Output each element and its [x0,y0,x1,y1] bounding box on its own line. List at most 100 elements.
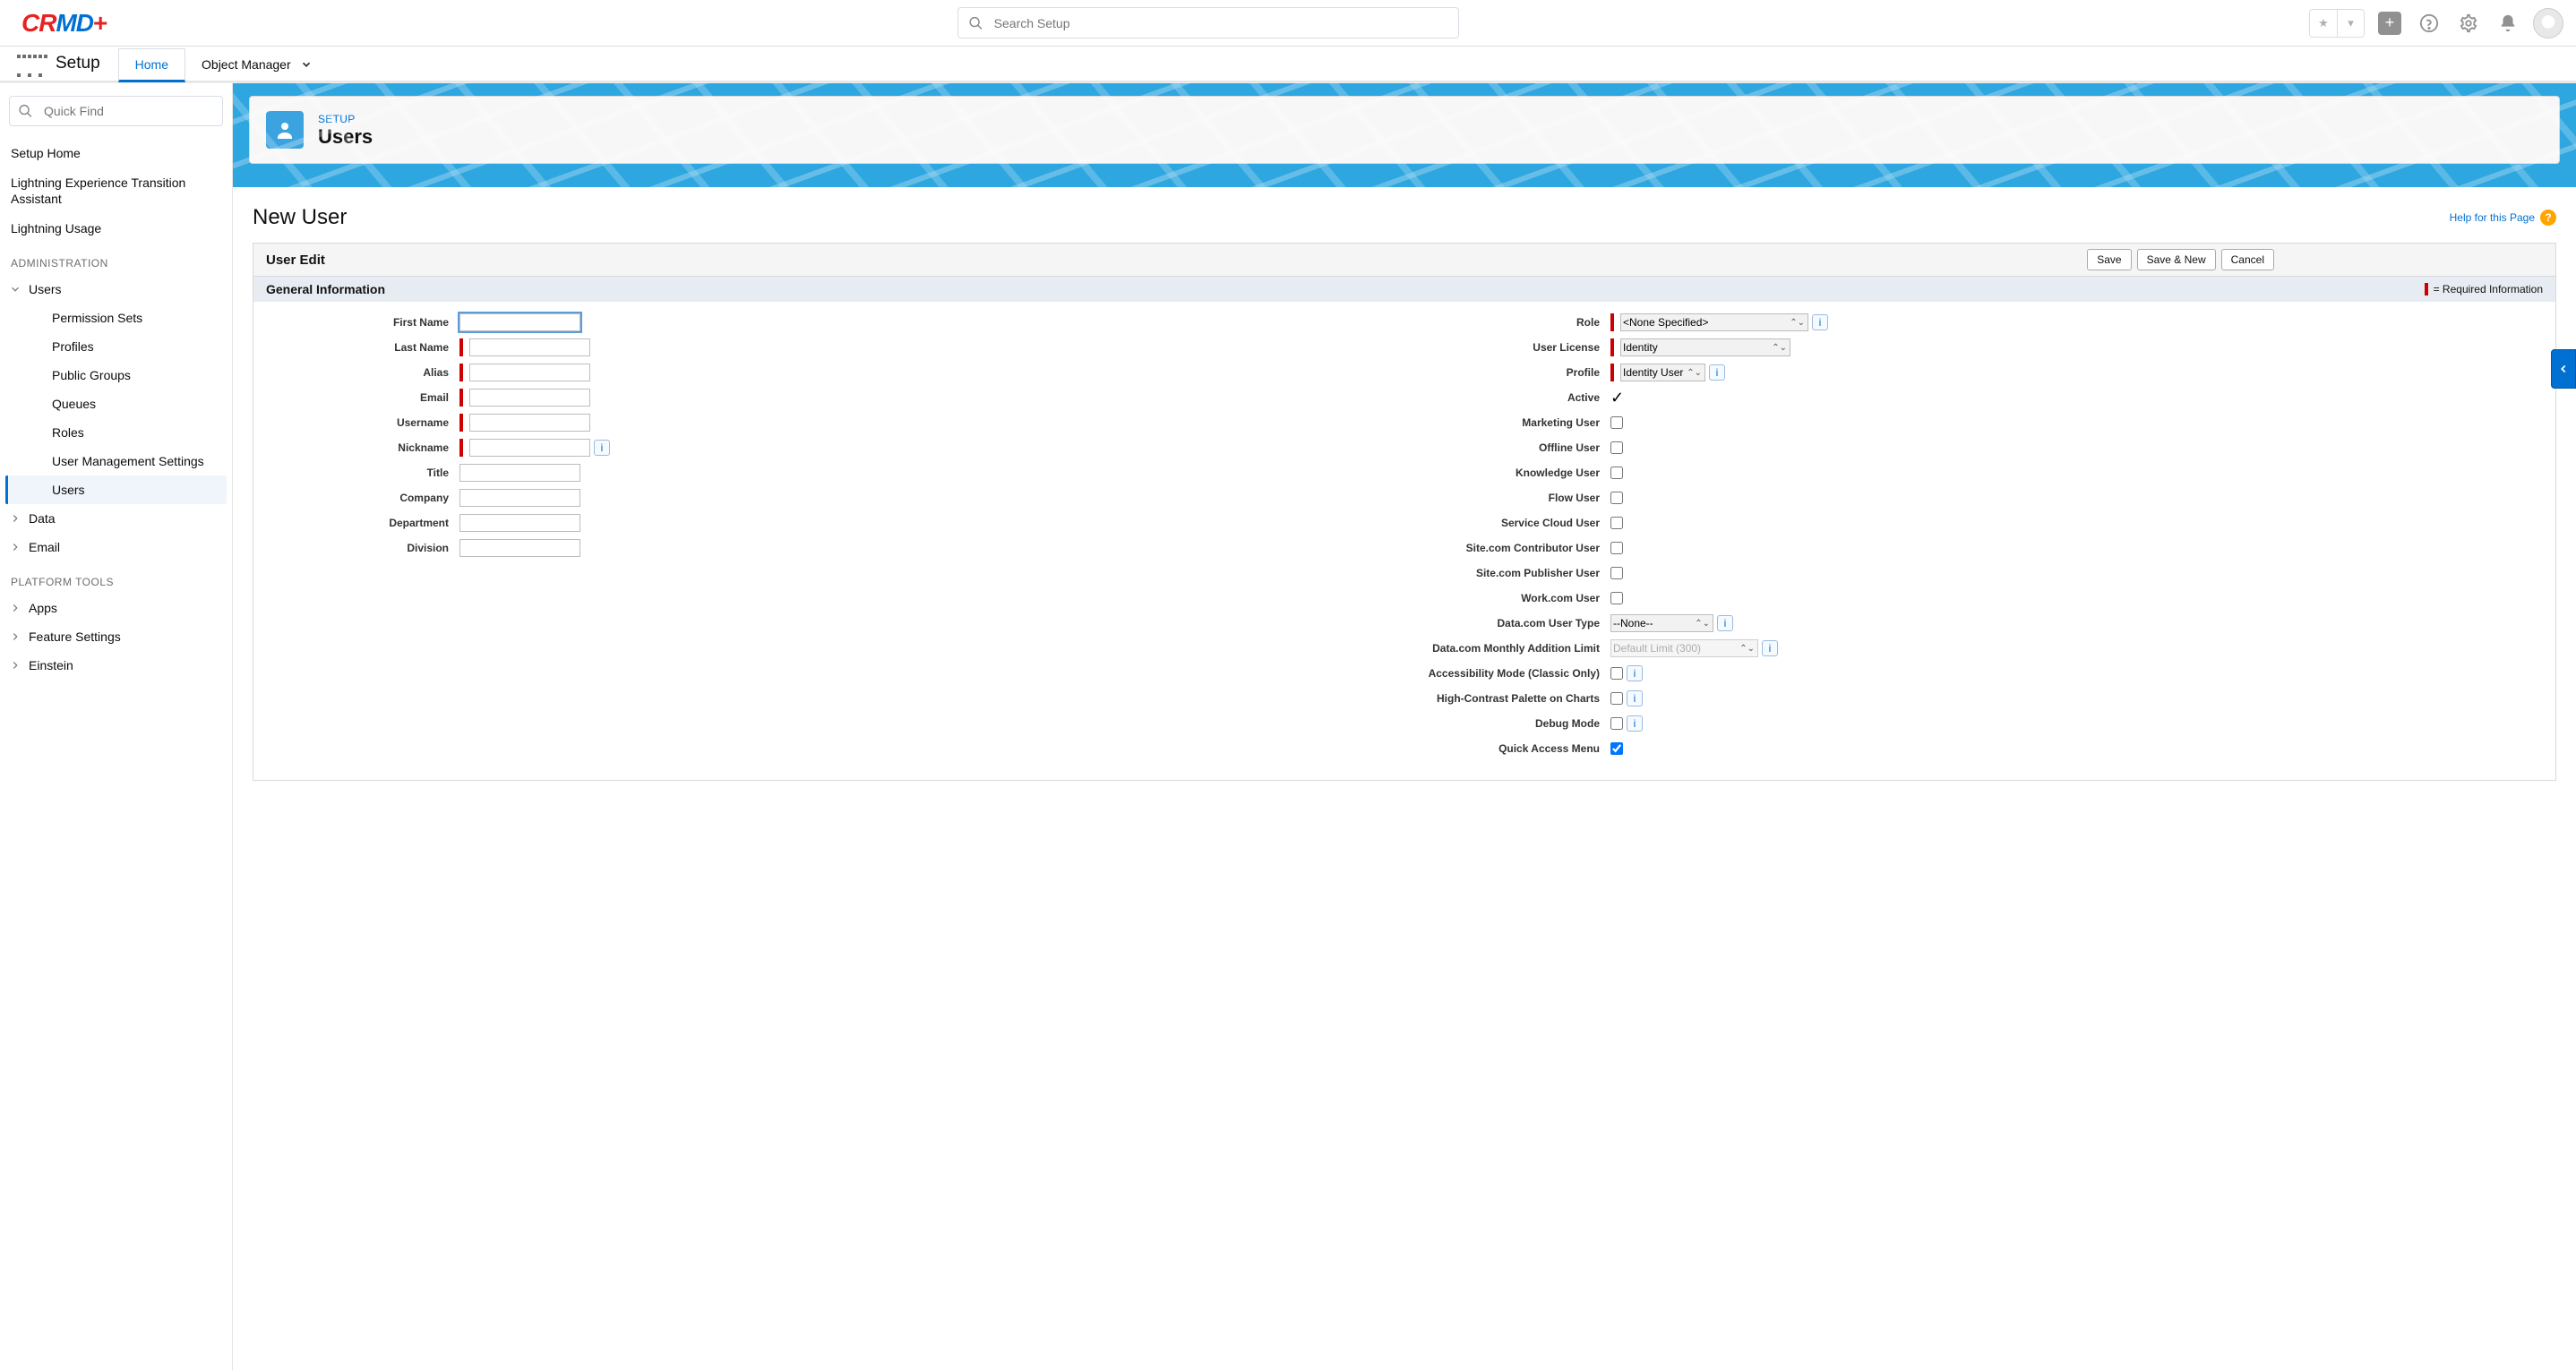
label-division: Division [271,542,459,554]
side-roles[interactable]: Roles [5,418,227,447]
input-nickname[interactable] [469,439,590,457]
favorites-group[interactable]: ★ ▾ [2309,9,2365,38]
checkbox-accessibility[interactable] [1610,667,1623,680]
input-division[interactable] [459,539,580,557]
gear-icon[interactable] [2454,9,2483,38]
content-scroll[interactable]: New User Help for this Page ? User Edit … [233,187,2576,1370]
global-search-input[interactable] [957,7,1459,39]
help-link[interactable]: Help for this Page ? [2450,210,2556,226]
checkbox-marketing-user[interactable] [1610,416,1623,429]
checkbox-knowledge-user[interactable] [1610,467,1623,479]
label-title: Title [271,467,459,479]
side-permission-sets[interactable]: Permission Sets [5,304,227,332]
user-edit-panel: User Edit Save Save & New Cancel General… [253,243,2556,781]
side-einstein-group[interactable]: Einstein [5,651,227,680]
chevron-right-icon [9,512,21,525]
info-icon[interactable]: i [1812,314,1828,330]
required-mark-icon [2425,283,2428,295]
side-feature-settings-group[interactable]: Feature Settings [5,622,227,651]
checkbox-site-contributor[interactable] [1610,542,1623,554]
label-profile: Profile [1422,366,1610,379]
select-license[interactable]: Identity [1620,338,1790,356]
required-mark-icon [459,439,463,457]
side-panel-toggle[interactable] [2551,349,2576,389]
label-debug: Debug Mode [1422,717,1610,730]
banner-card: SETUP Users [249,96,2560,164]
side-public-groups[interactable]: Public Groups [5,361,227,390]
tab-home[interactable]: Home [118,48,185,82]
input-email[interactable] [469,389,590,407]
help-icon[interactable] [2415,9,2443,38]
label-accessibility: Accessibility Mode (Classic Only) [1422,667,1610,680]
required-mark-icon [1610,313,1614,331]
save-button[interactable]: Save [2087,249,2131,270]
info-icon[interactable]: i [1627,715,1643,732]
save-and-new-button[interactable]: Save & New [2137,249,2216,270]
side-queues[interactable]: Queues [5,390,227,418]
select-dc-user-type[interactable]: --None-- [1610,614,1713,632]
app-logo: CRMD+ [21,9,107,38]
label-department: Department [271,517,459,529]
add-button[interactable]: + [2375,9,2404,38]
star-icon[interactable]: ★ [2310,10,2337,37]
side-data-group[interactable]: Data [5,504,227,533]
info-icon[interactable]: i [1627,690,1643,706]
avatar[interactable] [2533,8,2563,39]
page-object-title: Users [318,125,373,149]
app-launcher-icon[interactable] [16,47,48,81]
chevron-down-icon [9,283,21,295]
label-work: Work.com User [1422,592,1610,604]
required-mark-icon [1610,364,1614,381]
main-content: SETUP Users New User Help for this Page … [233,83,2576,1370]
required-legend: = Required Information [2425,283,2543,295]
input-last-name[interactable] [469,338,590,356]
label-site-contrib: Site.com Contributor User [1422,542,1610,554]
input-username[interactable] [469,414,590,432]
input-department[interactable] [459,514,580,532]
side-email-group[interactable]: Email [5,533,227,561]
required-mark-icon [459,338,463,356]
input-title[interactable] [459,464,580,482]
checkbox-offline-user[interactable] [1610,441,1623,454]
input-first-name[interactable] [459,313,580,331]
label-knowledge: Knowledge User [1422,467,1610,479]
select-role[interactable]: <None Specified> [1620,313,1808,331]
bell-icon[interactable] [2494,9,2522,38]
side-lightning-transition[interactable]: Lightning Experience Transition Assistan… [5,167,227,214]
side-setup-home[interactable]: Setup Home [5,139,227,167]
cancel-button[interactable]: Cancel [2221,249,2274,270]
label-quick-access: Quick Access Menu [1422,742,1610,755]
tab-object-manager[interactable]: Object Manager [185,48,329,82]
form-right-column: Role <None Specified>⌃⌄i User License Id… [1422,311,2537,762]
checkbox-quick-access[interactable] [1610,742,1623,755]
select-profile[interactable]: Identity User [1620,364,1705,381]
search-icon [18,104,33,119]
required-mark-icon [459,364,463,381]
side-profiles[interactable]: Profiles [5,332,227,361]
side-users-active[interactable]: Users [5,475,227,504]
side-user-mgmt-settings[interactable]: User Management Settings [5,447,227,475]
input-alias[interactable] [469,364,590,381]
side-users-group[interactable]: Users [5,275,227,304]
checkbox-high-contrast[interactable] [1610,692,1623,705]
info-icon[interactable]: i [1762,640,1778,656]
info-icon[interactable]: i [1627,665,1643,681]
select-dc-limit: Default Limit (300) [1610,639,1758,657]
side-apps-group[interactable]: Apps [5,594,227,622]
required-mark-icon [1610,338,1614,356]
checkbox-site-publisher[interactable] [1610,567,1623,579]
side-lightning-usage[interactable]: Lightning Usage [5,214,227,243]
input-company[interactable] [459,489,580,507]
checkbox-service-cloud-user[interactable] [1610,517,1623,529]
info-icon[interactable]: i [1709,364,1725,381]
quick-find-input[interactable] [9,96,223,126]
info-icon[interactable]: i [594,440,610,456]
app-nav-bar: Setup Home Object Manager [0,47,2576,82]
chevron-left-icon [2557,363,2570,375]
checkbox-flow-user[interactable] [1610,492,1623,504]
favorites-dropdown[interactable]: ▾ [2337,10,2364,37]
setup-sidebar: Setup Home Lightning Experience Transiti… [0,83,233,1370]
checkbox-work-user[interactable] [1610,592,1623,604]
info-icon[interactable]: i [1717,615,1733,631]
checkbox-debug-mode[interactable] [1610,717,1623,730]
